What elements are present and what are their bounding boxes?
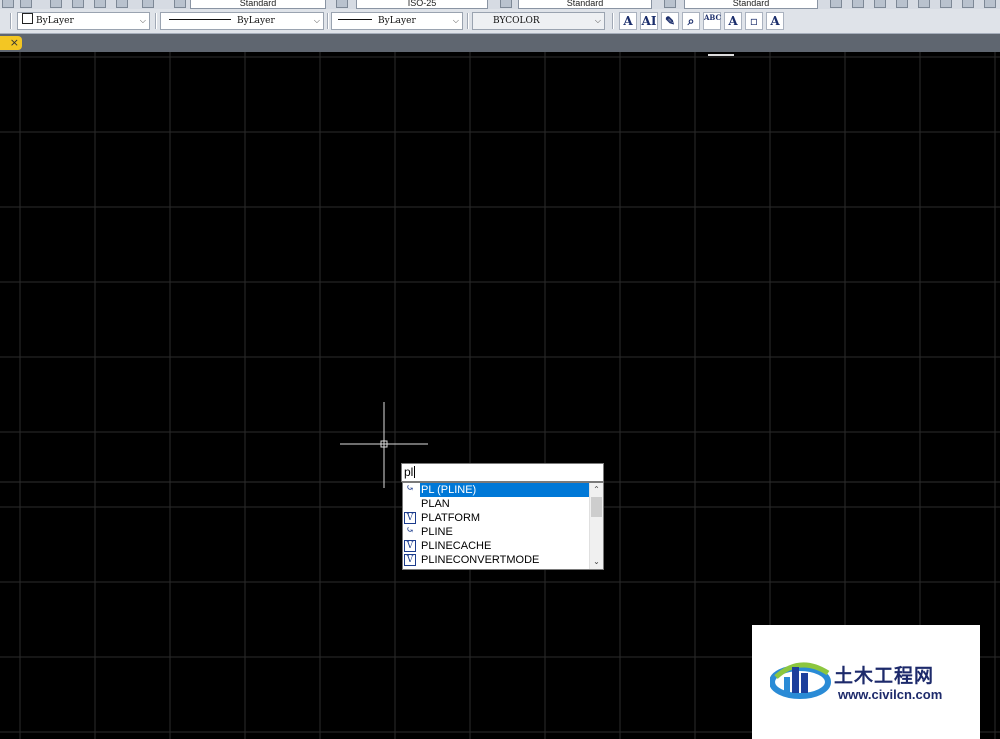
help-icon[interactable] (142, 0, 154, 8)
dim-style-select[interactable]: ISO-25 (356, 0, 488, 9)
design-center-icon[interactable] (72, 0, 84, 8)
list-item[interactable]: V PLATFORM (403, 511, 589, 525)
list-item[interactable]: V PLINECONVERTMODE (403, 553, 589, 567)
chevron-down-icon: ⌵ (594, 16, 601, 25)
text-icon[interactable]: A (619, 12, 637, 30)
suggestion-label: PLAN (421, 498, 450, 510)
dim-style-icon[interactable] (336, 0, 348, 8)
text-style-select[interactable]: Standard (190, 0, 326, 9)
line-spacing-icon[interactable] (940, 0, 952, 8)
list-item[interactable]: PLAN (403, 497, 589, 511)
distribute-icon[interactable] (918, 0, 930, 8)
linetype-control[interactable]: ByLayer ⌵ (160, 12, 324, 30)
civilcn-logo-icon (770, 662, 831, 699)
watermark-site-name: 土木工程网 (834, 665, 935, 687)
file-tab-bar (0, 34, 1000, 52)
system-variable-icon: V (404, 540, 416, 552)
properties-icon[interactable] (50, 0, 62, 8)
list-item[interactable]: V PLINECACHE (403, 539, 589, 553)
suggestion-label: PLINECACHE (421, 540, 492, 552)
spell-check-icon[interactable]: ABC (703, 12, 721, 30)
edit-text-icon[interactable]: ✎ (661, 12, 679, 30)
chevron-down-icon: ⌵ (139, 16, 146, 25)
suggestion-label: PLATFORM (421, 512, 481, 524)
system-variable-icon: V (404, 554, 416, 566)
linetype-value: ByLayer (237, 16, 275, 26)
toolbar-grip[interactable] (10, 13, 12, 29)
symbol-icon[interactable] (984, 0, 996, 8)
align-right-icon[interactable] (874, 0, 886, 8)
list-item[interactable]: ⤿ PLINE (403, 525, 589, 539)
zoom-icon[interactable] (2, 0, 14, 8)
table-style-select[interactable]: Standard (518, 0, 652, 9)
align-center-icon[interactable] (852, 0, 864, 8)
scrollbar-thumb[interactable] (591, 497, 602, 517)
list-item[interactable]: ⤿ PL (PLINE) (403, 483, 591, 497)
toolbar-separator (467, 13, 469, 29)
polyline-command-icon: ⤿ (405, 525, 415, 536)
plotstyle-value: BYCOLOR (493, 16, 540, 26)
command-autocomplete-list[interactable]: ⤿ PL (PLINE) PLAN V PLATFORM ⤿ PLINE V P… (402, 482, 604, 570)
lineweight-control[interactable]: ByLayer ⌵ (331, 12, 463, 30)
scale-text-icon[interactable]: ▫ (745, 12, 763, 30)
mleader-style-icon[interactable] (664, 0, 676, 8)
properties-toolbar: ByLayer ⌵ ByLayer ⌵ ByLayer ⌵ BYCOLOR ⌵ … (0, 9, 1000, 34)
chevron-down-icon: ⌵ (452, 16, 459, 25)
single-line-text-icon[interactable]: AI (640, 12, 658, 30)
find-text-icon[interactable]: ⌕ (682, 12, 700, 30)
sheet-set-icon[interactable] (116, 0, 128, 8)
suggestion-label: PL (PLINE) (420, 483, 591, 497)
toolbar-separator (155, 13, 157, 29)
color-control[interactable]: ByLayer ⌵ (17, 12, 150, 30)
close-icon[interactable]: × (0, 36, 22, 50)
chevron-up-icon[interactable]: ⌃ (590, 484, 603, 496)
suggestion-label: PLINE (421, 526, 453, 538)
site-watermark: 土木工程网 www.civilcn.com (752, 625, 980, 739)
chevron-down-icon: ⌵ (313, 16, 320, 25)
justify-icon[interactable] (896, 0, 908, 8)
toolbar-grip[interactable] (612, 13, 614, 29)
linetype-preview-icon (169, 19, 231, 20)
chevron-down-icon[interactable]: ⌄ (590, 556, 603, 568)
watermark-url: www.civilcn.com (838, 687, 943, 702)
table-style-icon[interactable] (500, 0, 512, 8)
zoom-window-icon[interactable] (20, 0, 32, 8)
tool-palette-icon[interactable] (94, 0, 106, 8)
dynamic-input-field[interactable]: pl (401, 463, 604, 482)
justify-text-icon[interactable]: A (766, 12, 784, 30)
text-caret (414, 466, 416, 478)
list-scrollbar[interactable]: ⌃ ⌄ (589, 483, 603, 569)
lineweight-preview-icon (338, 19, 372, 20)
text-style-icon[interactable]: A (724, 12, 742, 30)
toolbar-separator (327, 13, 329, 29)
align-left-icon[interactable] (830, 0, 842, 8)
command-input-text: pl (404, 465, 414, 479)
suggestion-label: PLINECONVERTMODE (421, 554, 540, 566)
color-value: ByLayer (36, 16, 74, 26)
polyline-command-icon: ⤿ (405, 483, 415, 494)
mleader-style-select[interactable]: Standard (684, 0, 818, 9)
system-variable-icon: V (404, 512, 416, 524)
lineweight-value: ByLayer (378, 16, 416, 26)
plotstyle-control[interactable]: BYCOLOR ⌵ (472, 12, 605, 30)
color-swatch-icon (22, 13, 33, 24)
text-style-icon[interactable] (174, 0, 186, 8)
columns-icon[interactable] (962, 0, 974, 8)
